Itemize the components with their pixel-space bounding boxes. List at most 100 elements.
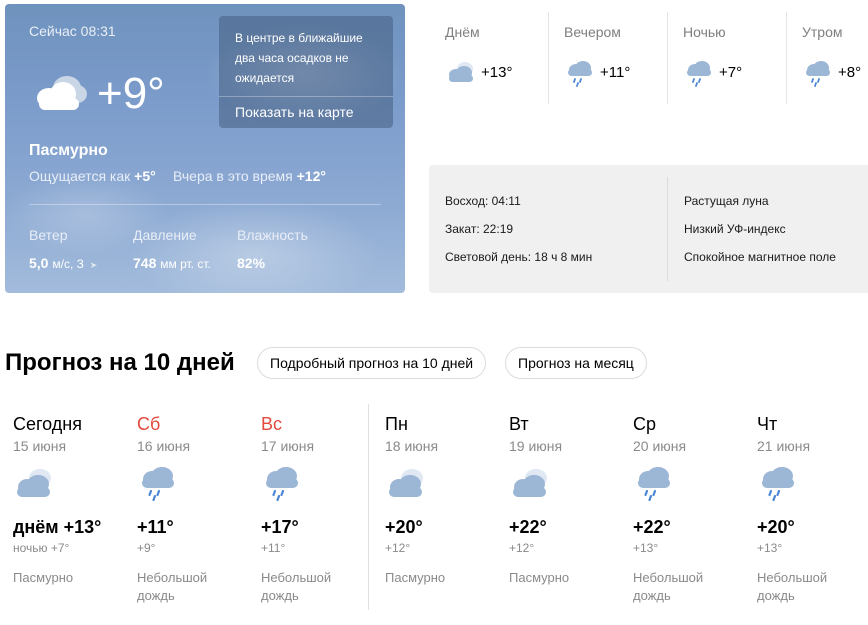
humidity-block: Влажность 82% [237,227,308,271]
day-min-temp: +13° [757,541,783,555]
day-condition: Небольшой дождь [633,570,704,603]
day-part-evening[interactable]: Вечером +11° [548,12,667,104]
day-max-temp: +22° [633,517,671,537]
current-weather-card[interactable]: Сейчас 08:31 +9° Пасмурно Ощущается как … [5,4,405,293]
forecast-day[interactable]: Вт 19 июня +22° +12° Пасмурно [496,404,618,614]
rain-cloud-icon [142,467,174,502]
day-part-temp: +11° [600,64,631,81]
humidity-label: Влажность [237,227,308,243]
pressure-unit: мм рт. ст. [160,257,211,271]
month-forecast-button[interactable]: Прогноз на месяц [505,347,647,379]
cloudy-icon [389,469,423,497]
day-max-temp: +20° [757,517,795,537]
current-time: Сейчас 08:31 [29,23,116,39]
day-part-morning[interactable]: Утром +8° [786,12,868,104]
day-max-temp: +22° [509,517,547,537]
day-name: Пн [385,414,408,434]
day-min-temp: ночью +7° [13,541,70,555]
yesterday-value: +12° [296,168,326,184]
day-date: 20 июня [633,438,687,454]
cloudy-icon [37,76,87,110]
day-condition: Пасмурно [13,570,74,585]
day-name: Вс [261,414,283,434]
magnetic-field: Спокойное магнитное поле [684,250,836,264]
day-part-label: Вечером [564,24,621,40]
pressure-label: Давление [133,227,197,243]
day-date: 21 июня [757,438,811,454]
day-date: 17 июня [261,438,315,454]
cloudy-icon [17,469,51,497]
day-condition: Пасмурно [385,570,446,585]
day-max-temp: днём +13° [13,517,102,537]
forecast-day[interactable]: Чт 21 июня +20° +13° Небольшой дождь [744,404,866,614]
day-part-day[interactable]: Днём +13° [429,12,548,104]
day-part-night[interactable]: Ночью +7° [667,12,786,104]
day-min-temp: +11° [261,541,286,555]
cloudy-icon [513,469,547,497]
sunset: Закат: 22:19 [445,222,514,236]
day-date: 15 июня [13,438,67,454]
day-min-temp: +9° [137,541,156,555]
day-max-temp: +11° [137,517,174,537]
day-part-temp: +7° [719,64,743,81]
conditions-info: Растущая луна Низкий УФ-индекс Спокойное… [684,193,836,277]
current-temperature: +9° [97,69,165,118]
day-part-temp: +8° [838,64,862,81]
pressure-block: Давление 748 мм рт. ст. [133,227,211,271]
day-date: 16 июня [137,438,191,454]
day-part-label: Утром [802,24,843,40]
divider [29,204,381,205]
day-condition: Небольшой дождь [137,570,208,603]
daylight-duration: Световой день: 18 ч 8 мин [445,250,593,264]
day-part-label: Днём [445,24,480,40]
day-part-temp: +13° [481,64,513,81]
forecast-days: Сегодня 15 июня днём +13° ночью +7° Пасм… [0,404,868,625]
forecast-day[interactable]: Ср 20 июня +22° +13° Небольшой дождь [620,404,742,614]
day-name: Сб [137,414,161,434]
day-name: Сегодня [13,414,82,434]
astro-panel: Восход: 04:11 Закат: 22:19 Световой день… [429,165,868,293]
day-min-temp: +12° [385,541,411,555]
rain-cloud-icon [687,61,711,87]
day-max-temp: +20° [385,517,423,537]
forecast-day[interactable]: Пн 18 июня +20° +12° Пасмурно [372,404,494,614]
rain-cloud-icon [806,61,830,87]
yesterday-temperature: Вчера в это время +12° [173,168,326,184]
wind-value: 5,0 [29,255,49,271]
wind-block: Ветер 5,0 м/с, З ➤ [29,227,97,271]
day-date: 19 июня [509,438,563,454]
feels-like-label: Ощущается как [29,168,131,184]
day-name: Чт [757,414,778,434]
day-condition: Небольшой дождь [261,570,332,603]
cloudy-icon [449,62,473,82]
uv-index: Низкий УФ-индекс [684,222,786,236]
yesterday-label: Вчера в это время [173,168,293,184]
rain-cloud-icon [762,467,794,502]
wind-unit: м/с, З [52,257,84,271]
show-on-map-button[interactable]: Показать на карте [235,104,354,120]
week-divider [368,404,369,610]
rain-cloud-icon [638,467,670,502]
nowcast-panel: В центре в ближайшие два часа осадков не… [219,16,393,128]
rain-cloud-icon [266,467,298,502]
forecast-day[interactable]: Вс 17 июня +17° +11° Небольшой дождь [248,404,370,614]
divider [219,96,393,97]
forecast-day[interactable]: Сб 16 июня +11° +9° Небольшой дождь [124,404,246,614]
rain-cloud-icon [568,61,592,87]
day-date: 18 июня [385,438,439,454]
feels-like-value: +5° [134,168,156,184]
detailed-forecast-button[interactable]: Подробный прогноз на 10 дней [257,347,487,379]
feels-like: Ощущается как +5° [29,168,156,184]
day-max-temp: +17° [261,517,299,537]
day-part-label: Ночью [683,24,726,40]
pressure-value: 748 [133,255,157,271]
forecast-day-today[interactable]: Сегодня 15 июня днём +13° ночью +7° Пасм… [0,404,122,614]
forecast-title: Прогноз на 10 дней [5,349,235,376]
moon-phase: Растущая луна [684,194,769,208]
day-name: Вт [509,414,529,434]
day-condition: Пасмурно [509,570,570,585]
day-name: Ср [633,414,657,434]
day-condition: Небольшой дождь [757,570,828,603]
current-condition: Пасмурно [29,142,108,159]
divider [667,177,668,281]
